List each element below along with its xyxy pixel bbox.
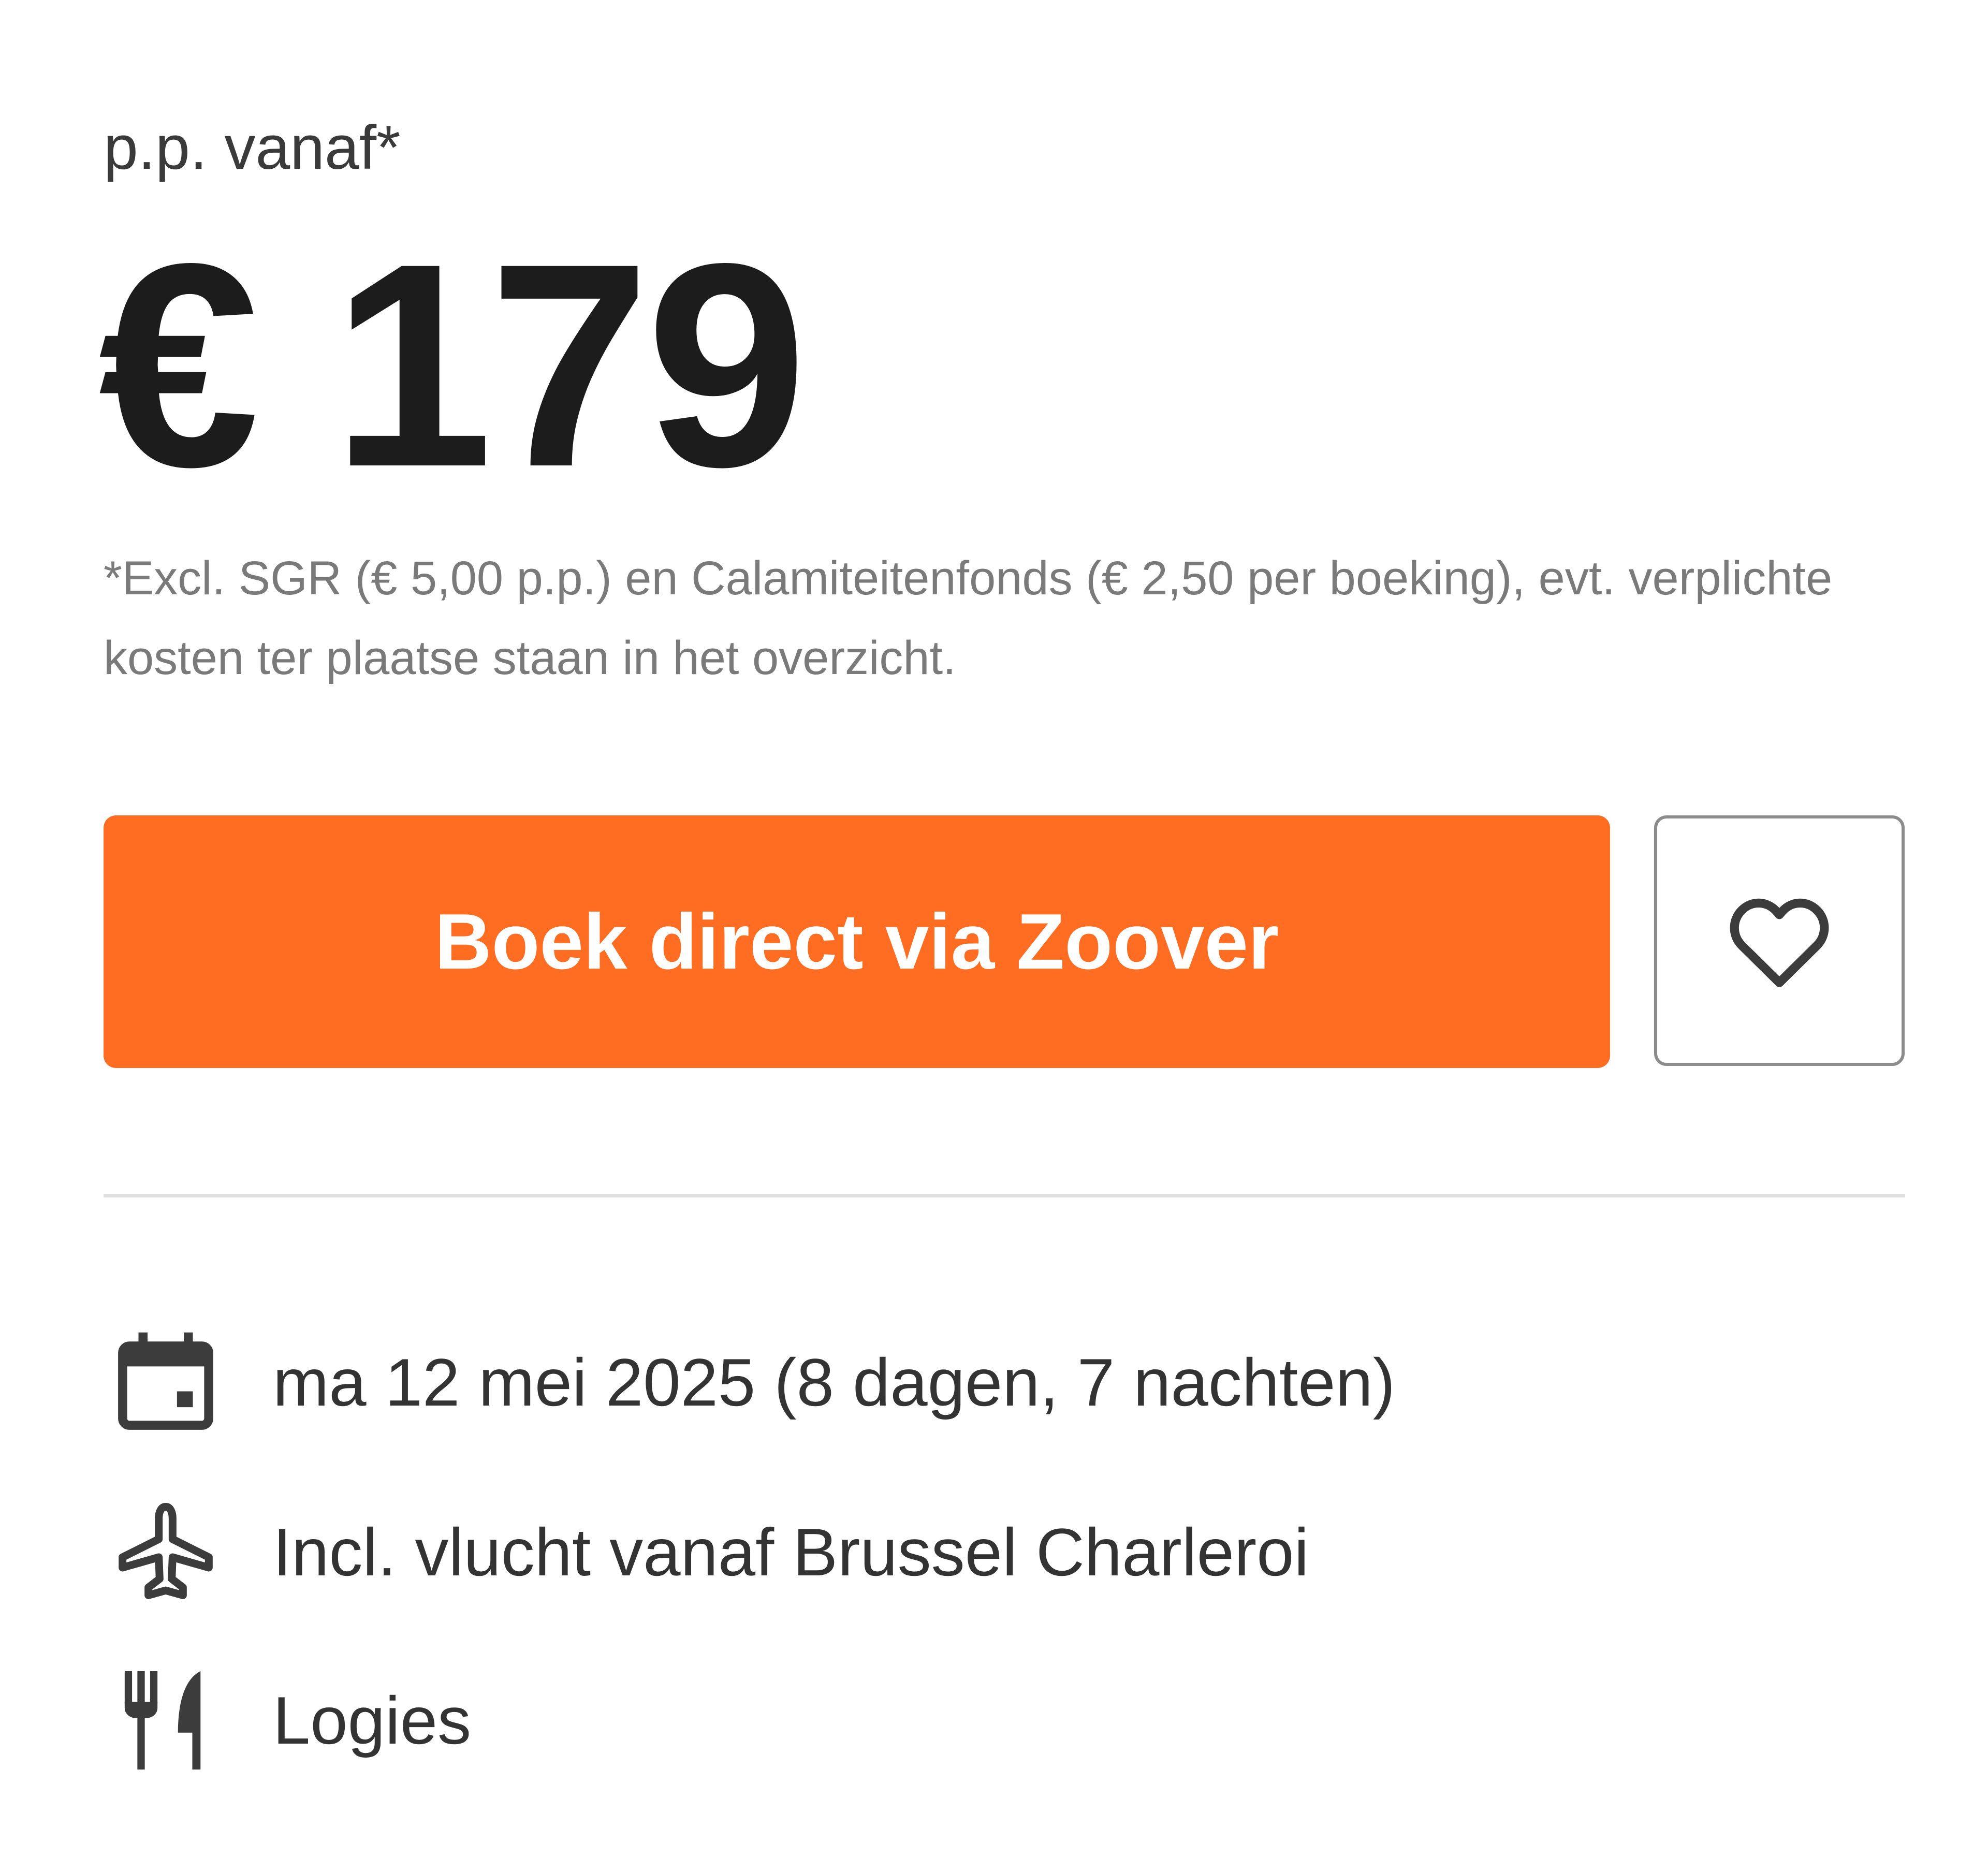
book-direct-label: Boek direct via Zoover: [434, 897, 1279, 986]
flight-text: Incl. vlucht vanaf Brussel Charleroi: [273, 1514, 1309, 1590]
board-row: Logies: [104, 1658, 1864, 1782]
price-card: p.p. vanaf* € 179 *Excl. SGR (€ 5,00 p.p…: [0, 0, 1988, 1857]
price-amount: € 179: [98, 203, 807, 527]
divider: [104, 1194, 1905, 1197]
travel-date-row: ma 12 mei 2025 (8 dagen, 7 nachten): [104, 1320, 1864, 1444]
airplane-icon: [104, 1490, 228, 1614]
fork-knife-icon: [104, 1658, 228, 1782]
per-person-label: p.p. vanaf*: [104, 113, 401, 182]
travel-date-text: ma 12 mei 2025 (8 dagen, 7 nachten): [273, 1344, 1396, 1420]
flight-row: Incl. vlucht vanaf Brussel Charleroi: [104, 1490, 1864, 1614]
calendar-icon: [104, 1320, 228, 1444]
favorite-button[interactable]: [1654, 815, 1905, 1066]
board-text: Logies: [273, 1683, 472, 1758]
heart-icon: [1725, 891, 1834, 991]
price-disclaimer: *Excl. SGR (€ 5,00 p.p.) en Calamiteiten…: [104, 552, 1833, 684]
book-direct-button[interactable]: Boek direct via Zoover: [104, 815, 1610, 1068]
